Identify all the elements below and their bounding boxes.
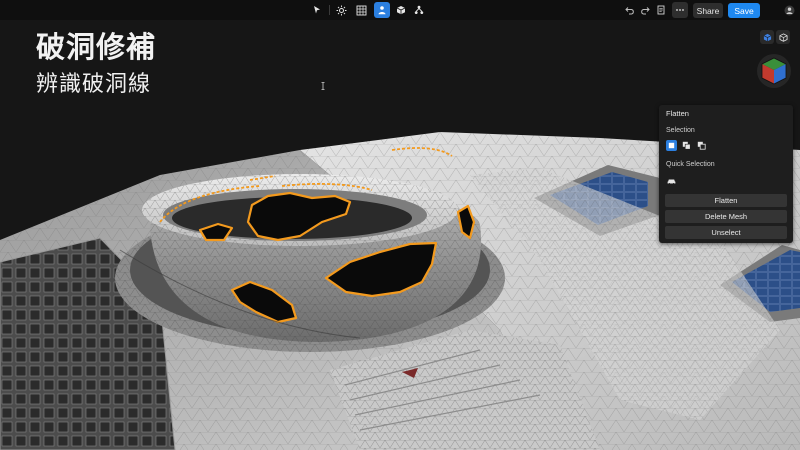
cube-icon[interactable] <box>393 2 409 18</box>
save-button[interactable]: Save <box>728 3 760 18</box>
car-icon[interactable] <box>666 175 677 186</box>
text-cursor-icon <box>321 82 325 90</box>
navigation-cube-icon[interactable] <box>756 52 792 90</box>
flatten-button[interactable]: Flatten <box>665 194 787 207</box>
toolbar-divider <box>329 5 330 15</box>
cursor-arrow-icon[interactable] <box>309 2 325 18</box>
wireframe-view-icon[interactable] <box>776 30 790 44</box>
undo-icon[interactable] <box>622 2 638 18</box>
grid-icon[interactable] <box>353 2 369 18</box>
redo-icon[interactable] <box>637 2 653 18</box>
share-button[interactable]: Share <box>693 3 723 18</box>
single-select-icon[interactable] <box>666 140 677 151</box>
cube-view-icon[interactable] <box>760 30 774 44</box>
overlay-subtitle: 辨識破洞線 <box>36 72 152 97</box>
document-icon[interactable] <box>653 2 669 18</box>
quick-selection-label: Quick Selection <box>666 161 715 168</box>
top-toolbar: Share Save <box>0 0 800 20</box>
selection-label: Selection <box>666 127 695 134</box>
user-avatar-icon[interactable] <box>781 2 797 18</box>
overlay-title: 破洞修補 <box>36 30 157 64</box>
more-icon[interactable] <box>672 2 688 18</box>
flatten-panel: Flatten Selection Quick Selection Flatte… <box>659 105 793 243</box>
panel-title: Flatten <box>666 109 689 118</box>
unselect-button[interactable]: Unselect <box>665 226 787 239</box>
person-icon[interactable] <box>374 2 390 18</box>
tree-icon[interactable] <box>411 2 427 18</box>
subtract-select-icon[interactable] <box>696 140 707 151</box>
sun-icon[interactable] <box>333 2 349 18</box>
add-select-icon[interactable] <box>681 140 692 151</box>
delete-mesh-button[interactable]: Delete Mesh <box>665 210 787 223</box>
